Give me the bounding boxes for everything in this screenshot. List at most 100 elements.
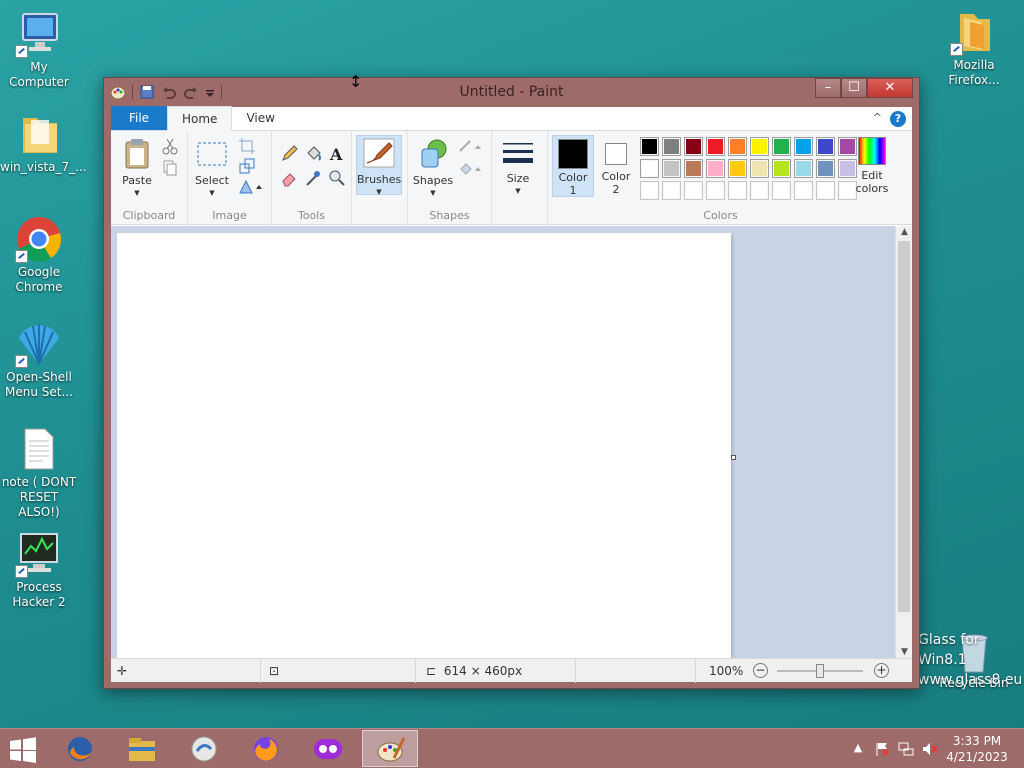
palette-swatch[interactable] [684, 159, 703, 178]
paste-button[interactable]: Paste ▼ [117, 137, 157, 200]
palette-swatch[interactable] [640, 159, 659, 178]
palette-swatch[interactable] [772, 181, 791, 200]
palette-swatch[interactable] [706, 181, 725, 200]
zoom-out-button[interactable]: − [753, 663, 768, 678]
palette-swatch[interactable] [640, 181, 659, 200]
taskbar-app-firefox-legacy[interactable] [52, 730, 108, 767]
palette-swatch[interactable] [772, 159, 791, 178]
palette-swatch[interactable] [794, 159, 813, 178]
scroll-up-icon[interactable]: ▲ [896, 227, 913, 237]
desktop-icon-mozilla-firefox[interactable]: Mozilla Firefox... [935, 8, 1013, 88]
close-button[interactable]: ✕ [867, 78, 913, 98]
color2-number: 2 [612, 183, 620, 196]
zoom-slider-thumb[interactable] [816, 664, 824, 678]
action-center-flag-icon[interactable] [874, 741, 890, 757]
cut-icon[interactable] [161, 137, 179, 155]
group-clipboard: Paste ▼ Clipboard [111, 131, 188, 225]
color1-label: Color [558, 171, 588, 184]
fill-icon[interactable] [458, 159, 484, 177]
palette-swatch[interactable] [728, 159, 747, 178]
start-button[interactable] [8, 737, 38, 763]
desktop-icon-folder[interactable]: win_vista_7_... [0, 110, 87, 175]
text-icon[interactable]: A [328, 145, 346, 164]
computer-icon [15, 10, 63, 58]
crop-icon[interactable] [238, 137, 256, 155]
edit-colors-button[interactable]: Edit colors [854, 135, 890, 195]
desktop-icon-note[interactable]: note ( DONT RESET ALSO!) [0, 425, 78, 520]
palette-swatch[interactable] [728, 137, 747, 156]
tab-view[interactable]: View [232, 106, 288, 130]
color1-button[interactable]: Color 1 [552, 135, 594, 197]
palette-swatch[interactable] [640, 137, 659, 156]
palette-swatch[interactable] [662, 181, 681, 200]
palette-swatch[interactable] [750, 137, 769, 156]
palette-swatch[interactable] [662, 159, 681, 178]
desktop-icon-open-shell[interactable]: Open-Shell Menu Set... [0, 320, 78, 400]
show-hidden-icons-button[interactable]: ▲ [850, 741, 866, 757]
palette-swatch[interactable] [816, 159, 835, 178]
magnifier-icon[interactable] [328, 169, 346, 187]
pencil-icon[interactable] [280, 145, 298, 163]
minimize-button[interactable]: – [815, 78, 841, 98]
palette-swatch[interactable] [794, 181, 813, 200]
title-bar[interactable]: Untitled - Paint – ☐ ✕ [104, 78, 919, 106]
taskbar-app-mask[interactable] [300, 730, 356, 767]
selection-icon: ⊡ [269, 664, 280, 678]
zoom-slider[interactable] [777, 664, 863, 678]
tab-file[interactable]: File [111, 106, 167, 130]
desktop-icon-my-computer[interactable]: My Computer [0, 10, 78, 90]
palette-swatch[interactable] [706, 159, 725, 178]
network-icon[interactable] [898, 741, 914, 757]
color2-button[interactable]: Color 2 [596, 135, 636, 197]
palette-swatch[interactable] [662, 137, 681, 156]
brushes-button[interactable]: Brushes ▼ [356, 135, 402, 196]
outline-icon[interactable] [458, 137, 484, 155]
select-button[interactable]: Select ▼ [194, 137, 230, 200]
help-icon[interactable]: ? [890, 111, 906, 127]
volume-muted-icon[interactable] [922, 741, 938, 757]
palette-swatch[interactable] [794, 137, 813, 156]
group-image: Select ▼ Image [188, 131, 272, 225]
group-label-tools: Tools [297, 209, 326, 222]
maximize-button[interactable]: ☐ [841, 78, 867, 98]
zoom-in-button[interactable]: + [874, 663, 889, 678]
rotate-icon[interactable] [238, 177, 264, 195]
drawing-canvas[interactable] [117, 233, 731, 661]
scroll-down-icon[interactable]: ▼ [896, 647, 913, 657]
palette-swatch[interactable] [706, 137, 725, 156]
resize-handle-right[interactable] [731, 455, 736, 460]
taskbar-app-open-shell[interactable] [176, 730, 232, 767]
chevron-down-icon: ▼ [376, 188, 382, 196]
group-shapes: Shapes ▼ Shapes [408, 131, 492, 225]
taskbar-app-firefox[interactable] [238, 730, 294, 767]
eraser-icon[interactable] [280, 169, 298, 187]
scroll-thumb[interactable] [898, 241, 910, 612]
taskbar-app-file-explorer[interactable] [114, 730, 170, 767]
tab-home[interactable]: Home [167, 106, 233, 131]
palette-swatch[interactable] [772, 137, 791, 156]
palette-swatch[interactable] [684, 181, 703, 200]
paint-icon [376, 736, 406, 764]
resize-cursor-icon: ↕ [349, 72, 363, 91]
desktop-icon-process-hacker[interactable]: Process Hacker 2 [0, 530, 78, 610]
fill-bucket-icon[interactable] [304, 145, 322, 163]
group-brushes: Brushes ▼ [352, 131, 408, 225]
shapes-button[interactable]: Shapes ▼ [412, 137, 454, 200]
size-button[interactable]: Size ▼ [498, 139, 538, 198]
color-picker-icon[interactable] [304, 169, 322, 187]
vertical-scrollbar[interactable]: ▲ ▼ [895, 226, 912, 658]
ribbon-tabs: File Home View ^ ? [111, 106, 912, 131]
taskbar-app-paint[interactable] [362, 730, 418, 767]
desktop-icon-chrome[interactable]: Google Chrome [0, 215, 78, 295]
palette-swatch[interactable] [750, 181, 769, 200]
palette-swatch[interactable] [684, 137, 703, 156]
system-clock[interactable]: 3:33 PM 4/21/2023 [942, 733, 1012, 765]
palette-swatch[interactable] [816, 137, 835, 156]
palette-swatch[interactable] [728, 181, 747, 200]
palette-swatch[interactable] [750, 159, 769, 178]
copy-icon[interactable] [161, 159, 179, 177]
palette-swatch[interactable] [816, 181, 835, 200]
resize-icon[interactable] [238, 157, 256, 175]
desktop-icon-label: Open-Shell Menu Set... [5, 370, 73, 399]
collapse-ribbon-icon[interactable]: ^ [873, 111, 882, 124]
